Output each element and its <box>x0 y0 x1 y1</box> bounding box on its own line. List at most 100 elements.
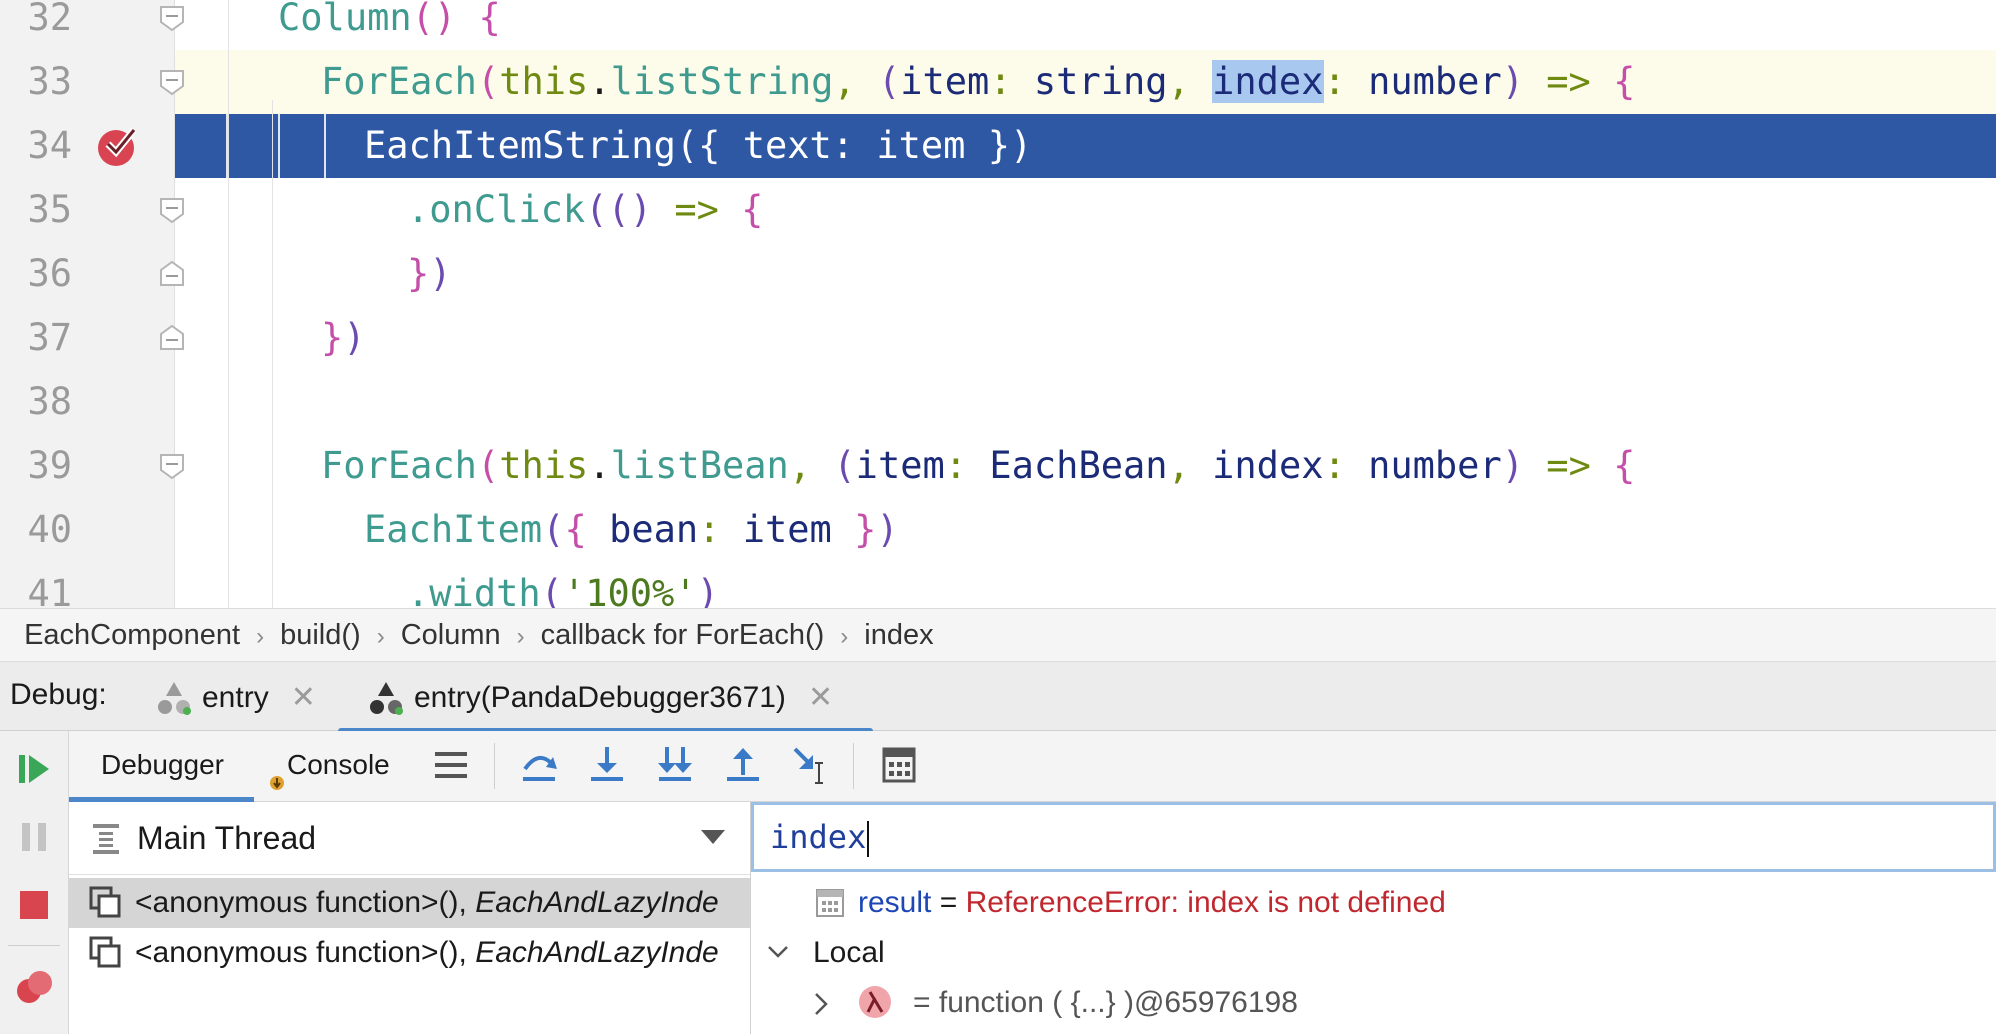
lambda-icon <box>859 986 891 1018</box>
code-line[interactable]: 38 <box>0 370 1996 434</box>
step-over-icon[interactable] <box>517 743 561 787</box>
calculator-icon <box>816 889 844 917</box>
tab-console[interactable]: Console <box>287 749 390 781</box>
code-token: : <box>989 60 1034 103</box>
chevron-down-icon[interactable] <box>767 944 789 960</box>
step-into-icon[interactable] <box>585 743 629 787</box>
code-text: EachItemString({ text: item }) <box>364 114 1032 178</box>
code-token: ) <box>429 252 452 295</box>
line-number: 35 <box>27 188 72 231</box>
frame-file: EachAndLazyInde <box>475 886 719 919</box>
text-cursor <box>867 821 870 857</box>
code-token: } <box>407 252 430 295</box>
debug-title: Debug: <box>10 678 107 711</box>
code-token: listBean <box>610 444 789 487</box>
frame-function: <anonymous function>(), <box>135 886 467 919</box>
code-line[interactable]: 35 .onClick(() => { <box>0 178 1996 242</box>
code-token: => <box>1546 60 1591 103</box>
pause-icon[interactable] <box>14 817 54 857</box>
fold-end-icon[interactable] <box>158 260 186 288</box>
frame-function: <anonymous function>(), <box>135 936 467 969</box>
breadcrumb-item-column[interactable]: Column <box>401 609 501 661</box>
code-token: { <box>1613 444 1636 487</box>
close-icon[interactable]: ✕ <box>291 672 316 724</box>
code-token: number <box>1368 60 1502 103</box>
code-token: ) <box>876 508 899 551</box>
chevron-down-icon[interactable] <box>701 830 725 846</box>
code-text: }) <box>407 242 452 306</box>
breadcrumb-separator-icon: › <box>376 623 385 650</box>
code-token: { <box>741 188 764 231</box>
run-to-cursor-icon[interactable] <box>789 743 833 787</box>
code-line[interactable]: 40 EachItem({ bean: item }) <box>0 498 1996 562</box>
line-number: 33 <box>27 60 72 103</box>
code-token: item <box>742 508 832 551</box>
restore-layout-icon[interactable] <box>429 743 473 787</box>
breadcrumb-item-callback[interactable]: callback for ForEach() <box>541 609 825 661</box>
breadcrumb-separator-icon: › <box>516 623 525 650</box>
tab-debugger[interactable]: Debugger <box>69 749 254 802</box>
code-token: } <box>854 508 877 551</box>
toolbar-separator <box>494 743 495 789</box>
view-breakpoints-icon[interactable] <box>14 967 54 1007</box>
thread-selector[interactable]: Main Thread <box>69 802 750 875</box>
variable-value: = function ( {...} )@65976198 <box>913 986 1298 1019</box>
code-line[interactable]: 36}) <box>0 242 1996 306</box>
execution-point-line[interactable]: 34 EachItemString({ text: item }) <box>27 114 1996 178</box>
code-token: string <box>1033 60 1168 103</box>
code-token: (() <box>585 188 653 231</box>
evaluation-result-row[interactable]: result = ReferenceError: index is not de… <box>751 878 1996 928</box>
line-number: 32 <box>27 0 72 39</box>
breadcrumb-item-class[interactable]: EachComponent <box>24 609 240 661</box>
breadcrumb-item-variable[interactable]: index <box>864 609 933 661</box>
code-token: : <box>944 444 990 487</box>
step-out-icon[interactable] <box>721 743 765 787</box>
code-token: .width <box>407 572 541 608</box>
fold-end-icon[interactable] <box>158 324 186 352</box>
breadcrumb-item-method[interactable]: build() <box>280 609 361 661</box>
force-step-into-icon[interactable] <box>653 743 697 787</box>
code-line[interactable]: 37}) <box>0 306 1996 370</box>
code-line[interactable]: 32 Column() { <box>0 0 1996 50</box>
code-token: EachItemString({ text: item }) <box>364 124 1033 167</box>
chevron-right-icon[interactable] <box>813 992 829 1016</box>
frame-icon <box>89 886 121 918</box>
breadcrumb-separator-icon: › <box>256 623 265 650</box>
debug-session-tab-panda[interactable]: entry(PandaDebugger3671) ✕ <box>337 670 874 734</box>
code-line[interactable]: 33 ForEach(this.listString, (item: string… <box>0 50 1996 114</box>
breakpoint-icon[interactable] <box>96 124 140 168</box>
fold-collapse-icon[interactable] <box>158 452 186 480</box>
evaluate-expression-icon[interactable] <box>877 743 921 787</box>
line-number: 39 <box>27 444 72 487</box>
close-icon[interactable]: ✕ <box>808 672 833 724</box>
stack-frame-row[interactable]: <anonymous function>(), EachAndLazyInde <box>69 928 750 978</box>
code-line[interactable]: 39 ForEach(this.listBean, (item: EachBean… <box>0 434 1996 498</box>
local-scope-row[interactable]: Local <box>751 928 1996 978</box>
fold-collapse-icon[interactable] <box>158 4 186 32</box>
code-token: ( <box>542 508 565 551</box>
debug-session-tab-entry[interactable]: entry ✕ <box>156 670 316 726</box>
code-token: => <box>674 188 719 231</box>
thread-name: Main Thread <box>137 820 317 856</box>
code-token: { <box>1613 60 1636 103</box>
run-config-icon <box>370 682 403 715</box>
fold-collapse-icon[interactable] <box>158 196 186 224</box>
code-token: Column <box>278 0 412 39</box>
evaluate-expression-input[interactable]: index <box>751 802 1996 872</box>
code-token: () <box>411 0 457 39</box>
line-number: 40 <box>27 508 72 551</box>
code-editor[interactable]: 32 Column() {33 ForEach(this.listString, (… <box>0 0 1996 608</box>
stop-icon[interactable] <box>14 885 54 925</box>
stack-frame-row[interactable]: <anonymous function>(), EachAndLazyInde <box>69 878 750 928</box>
tab-label: entry <box>202 681 269 714</box>
code-text: Column() { <box>278 0 501 50</box>
debugger-toolbar: Debugger Console <box>69 731 1996 802</box>
fold-collapse-icon[interactable] <box>158 68 186 96</box>
equals-sign: = <box>931 886 966 919</box>
line-number: 38 <box>27 380 72 423</box>
variable-row[interactable]: = function ( {...} )@65976198 <box>751 978 1996 1028</box>
code-line[interactable]: 41 .width('100%') <box>0 562 1996 608</box>
debug-tool-window-header: Debug: entry ✕ entry(PandaDebugger3671) … <box>0 662 1996 734</box>
resume-icon[interactable] <box>14 749 54 789</box>
